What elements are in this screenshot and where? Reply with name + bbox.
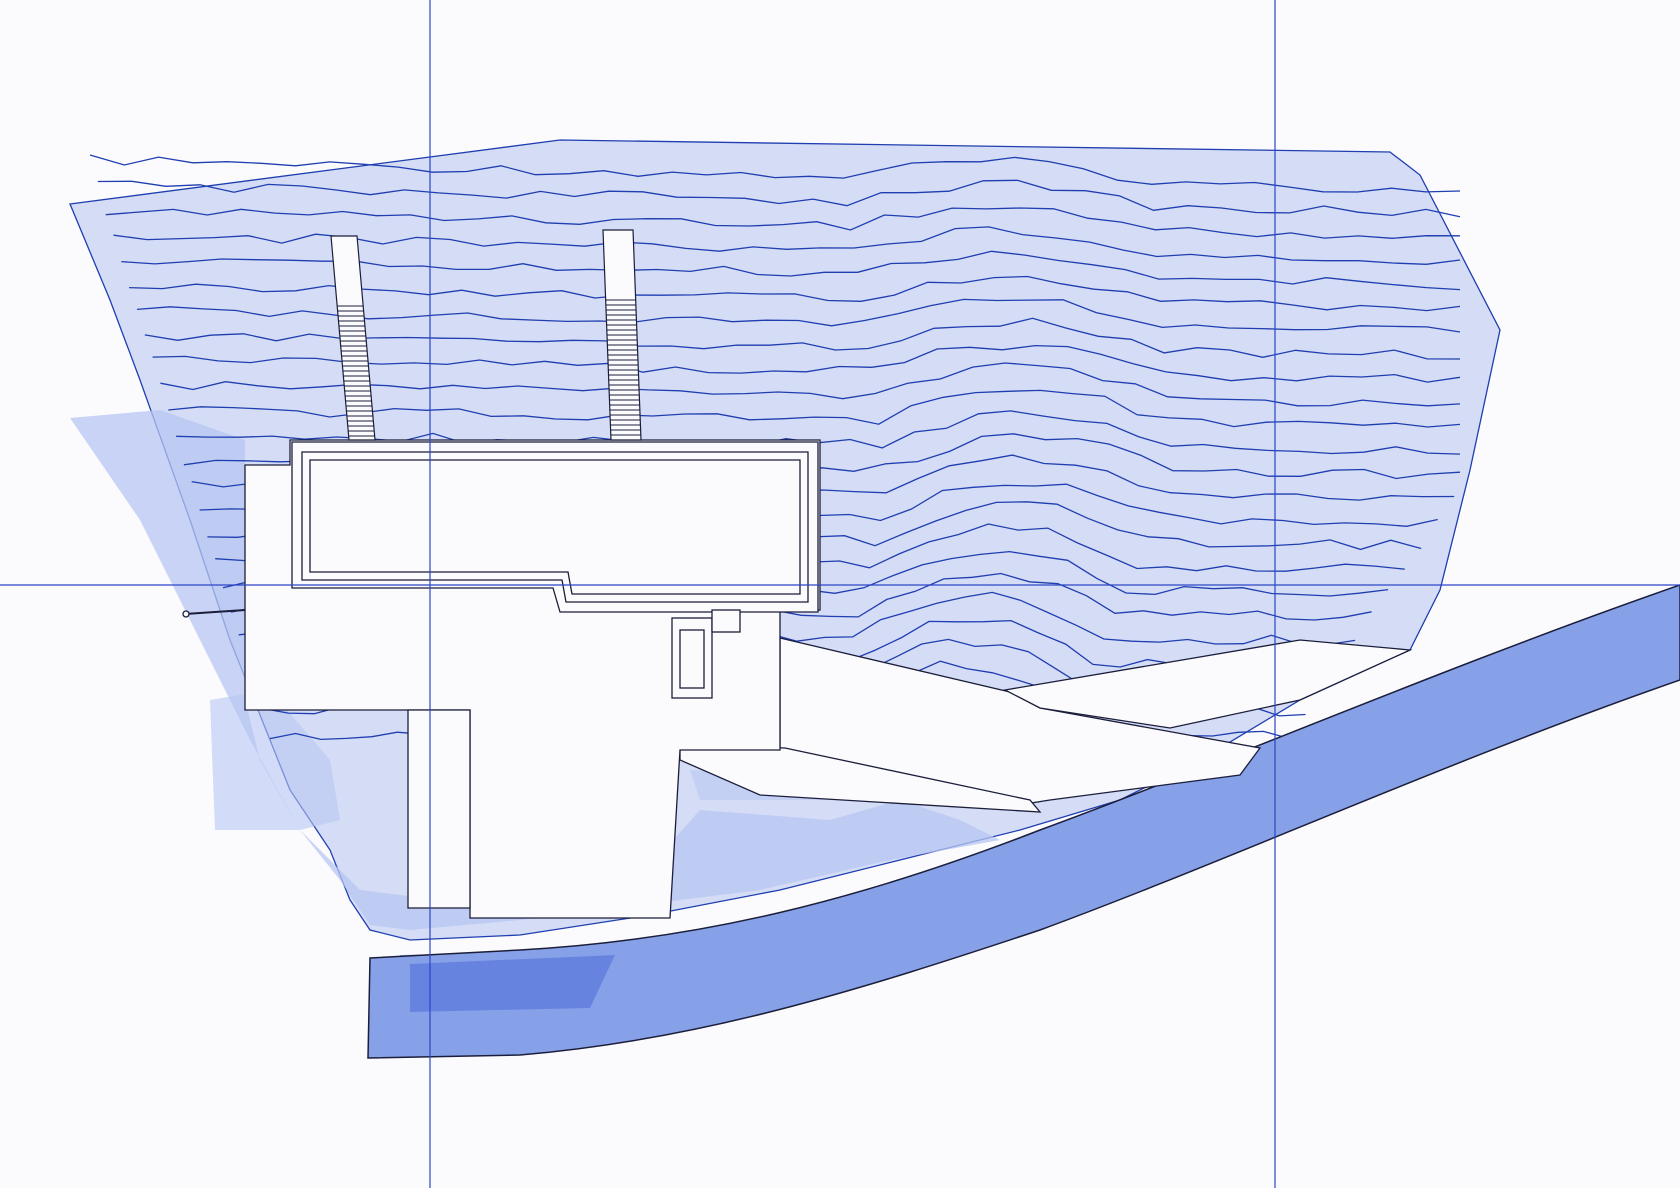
site-plan-drawing — [0, 0, 1680, 1188]
railing-post — [182, 610, 190, 618]
site-plan-canvas — [0, 0, 1680, 1188]
road-dark-patch — [410, 955, 615, 1012]
building-side-wing — [407, 709, 471, 909]
entry-box — [711, 609, 741, 633]
service-detail — [679, 629, 705, 689]
